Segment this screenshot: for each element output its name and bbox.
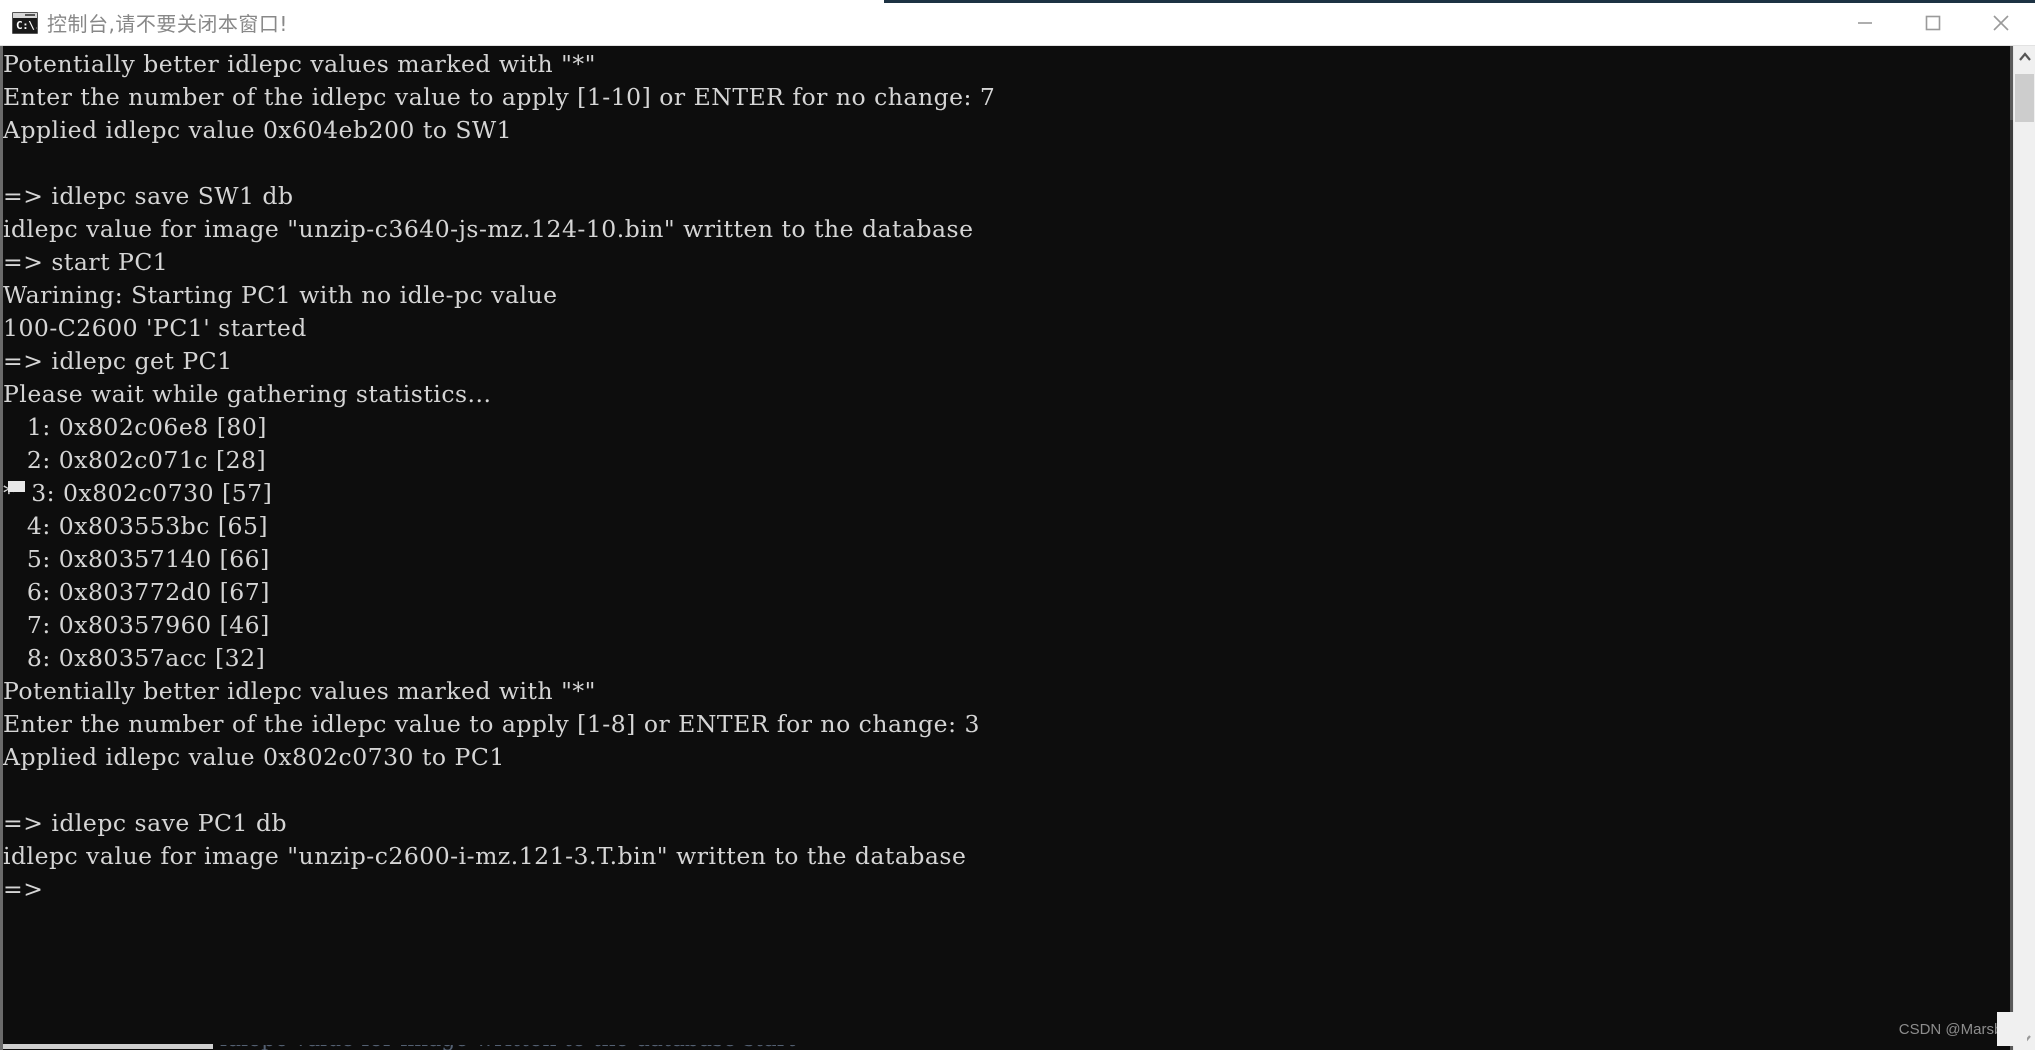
terminal-line: 4: 0x803553bc [65]: [3, 512, 269, 540]
console-icon-prompt: C:\.: [16, 18, 37, 32]
terminal-line: => start PC1: [3, 248, 169, 276]
terminal-output[interactable]: Potentially better idlepc values marked …: [3, 46, 1976, 1050]
terminal-line: 5: 0x80357140 [66]: [3, 545, 270, 573]
chevron-up-icon: [2018, 52, 2031, 61]
watermark-occluder: [1997, 1012, 2027, 1046]
terminal-line: 2: 0x802c071c [28]: [3, 446, 267, 474]
terminal-line: Warining: Starting PC1 with no idle-pc v…: [3, 281, 558, 309]
scroll-up-button[interactable]: [2014, 46, 2035, 68]
terminal-line: Enter the number of the idlepc value to …: [3, 83, 996, 111]
terminal-line: 7: 0x80357960 [46]: [3, 611, 270, 639]
horizontal-scrollbar-thumb[interactable]: [3, 1044, 213, 1049]
terminal-line: =>: [3, 875, 44, 903]
terminal-line: => idlepc save SW1 db: [3, 182, 294, 210]
window-frame-top-edge: [884, 0, 2035, 3]
text-cursor: [8, 481, 25, 492]
minimize-icon: [1858, 21, 1872, 24]
terminal-line: 8: 0x80357acc [32]: [3, 644, 266, 672]
console-icon: C:\.: [12, 11, 38, 34]
close-icon: [1993, 14, 2009, 31]
clipped-background-text: ldlepc value for image written to the da…: [220, 1045, 1320, 1050]
window-title: 控制台,请不要关闭本窗口!: [47, 12, 288, 36]
clipped-background-content: ldlepc value for image written to the da…: [220, 1045, 1320, 1050]
terminal-line: => idlepc get PC1: [3, 347, 233, 375]
terminal-line: Applied idlepc value 0x802c0730 to PC1: [3, 743, 505, 771]
terminal-line: Potentially better idlepc values marked …: [3, 50, 596, 78]
close-button[interactable]: [1967, 0, 2035, 45]
maximize-button[interactable]: [1899, 0, 1967, 45]
terminal-line: 100-C2600 'PC1' started: [3, 314, 307, 342]
terminal-line: => idlepc save PC1 db: [3, 809, 288, 837]
title-bar[interactable]: C:\. 控制台,请不要关闭本窗口!: [0, 0, 2035, 46]
terminal-line: Potentially better idlepc values marked …: [3, 677, 596, 705]
terminal-line: 6: 0x803772d0 [67]: [3, 578, 270, 606]
maximize-icon: [1925, 15, 1941, 30]
terminal-line: 1: 0x802c06e8 [80]: [3, 413, 267, 441]
terminal-line: Applied idlepc value 0x604eb200 to SW1: [3, 116, 513, 144]
minimize-button[interactable]: [1831, 0, 1899, 45]
terminal-line: Enter the number of the idlepc value to …: [3, 710, 980, 738]
terminal-left-edge: [0, 46, 3, 1050]
terminal-area[interactable]: Potentially better idlepc values marked …: [0, 46, 2035, 1050]
terminal-line: * 3: 0x802c0730 [57]: [3, 479, 273, 507]
terminal-line: idlepc value for image "unzip-c2600-i-mz…: [3, 842, 967, 870]
vertical-scrollbar-thumb[interactable]: [2015, 74, 2034, 122]
terminal-line: Please wait while gathering statistics..…: [3, 380, 492, 408]
vertical-scrollbar[interactable]: [2013, 46, 2035, 1050]
terminal-line: idlepc value for image "unzip-c3640-js-m…: [3, 215, 974, 243]
console-window: C:\. 控制台,请不要关闭本窗口! Potentially better id…: [0, 0, 2035, 1050]
